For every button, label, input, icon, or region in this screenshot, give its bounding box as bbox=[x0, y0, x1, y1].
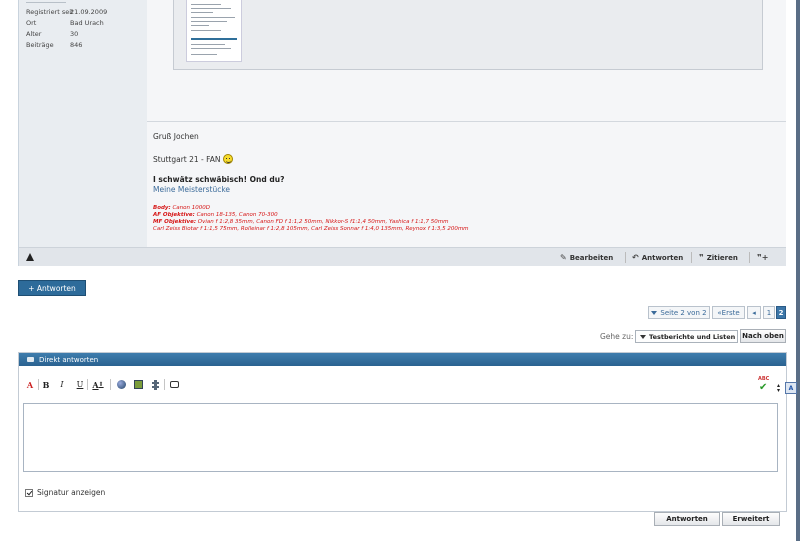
footer-separator bbox=[749, 252, 750, 263]
smiley-icon bbox=[222, 154, 233, 164]
insert-quote-button[interactable] bbox=[168, 378, 180, 391]
speech-bubble-icon bbox=[169, 381, 179, 388]
advanced-reply-button[interactable]: Erweitert bbox=[722, 512, 780, 526]
user-info-divider bbox=[26, 0, 66, 3]
signature-gear-line: Body: Canon 1000D bbox=[153, 205, 210, 211]
prev-page-button[interactable]: ◂ bbox=[747, 306, 761, 319]
chevron-updown-icon[interactable]: ▴ ▾ bbox=[777, 383, 780, 394]
window-edge bbox=[796, 0, 800, 541]
quote-button[interactable]: ❞ Zitieren bbox=[699, 253, 738, 262]
insert-link-button[interactable] bbox=[115, 378, 127, 391]
reply-textarea[interactable] bbox=[23, 403, 778, 472]
signature-gear-line: MF Objektive: Ovian f 1:2,8 35mm, Canon … bbox=[153, 219, 449, 225]
multiquote-icon: ❞+ bbox=[757, 253, 769, 262]
user-info-row: Registriert seit21.09.2009 bbox=[26, 8, 108, 16]
spellcheck-check-icon[interactable]: ✔ bbox=[759, 382, 767, 393]
attachment-thumbnail[interactable] bbox=[186, 0, 242, 62]
user-info-row: Alter 30 bbox=[26, 30, 79, 38]
warning-icon[interactable] bbox=[26, 253, 34, 261]
user-info-row: Ort Bad Urach bbox=[26, 19, 104, 27]
user-info-panel: Registriert seit21.09.2009 Ort Bad Urach … bbox=[19, 0, 147, 247]
editor-toolbar: A B I U A ⇕ ABC ✔ ▴ ▾ A bbox=[19, 366, 797, 403]
goto-label: Gehe zu: bbox=[600, 332, 634, 341]
footer-separator bbox=[625, 252, 626, 263]
chevron-updown-icon: ⇕ bbox=[98, 381, 104, 388]
signature-slogan: I schwätz schwäbisch! Ond du? bbox=[153, 175, 285, 184]
signature-link[interactable]: Meine Meisterstücke bbox=[153, 185, 230, 194]
toolbar-separator bbox=[38, 379, 39, 390]
toolbar-separator bbox=[87, 379, 88, 390]
signature-greeting: Gruß Jochen bbox=[153, 132, 199, 141]
toolbar-separator bbox=[164, 379, 165, 390]
page-2-current[interactable]: 2 bbox=[776, 306, 786, 319]
show-signature-option[interactable]: Signatur anzeigen bbox=[25, 488, 105, 497]
film-icon bbox=[151, 379, 159, 390]
signature-divider bbox=[147, 121, 786, 122]
chevron-down-icon bbox=[640, 334, 646, 339]
page-jump-dropdown[interactable]: Seite 2 von 2 bbox=[648, 306, 710, 319]
bold-button[interactable]: B bbox=[41, 378, 51, 391]
forum-post: Registriert seit21.09.2009 Ort Bad Urach … bbox=[18, 0, 786, 266]
toolbar-separator bbox=[110, 379, 111, 390]
attachment-box bbox=[173, 0, 763, 70]
quote-bubble-icon: ❞ bbox=[699, 253, 704, 262]
italic-button[interactable]: I bbox=[57, 378, 67, 391]
insert-image-button[interactable] bbox=[132, 378, 144, 391]
chevron-down-icon bbox=[651, 310, 658, 315]
show-signature-checkbox[interactable] bbox=[25, 488, 33, 497]
chevron-left-icon: ◂ bbox=[752, 308, 756, 317]
quick-reply-header[interactable]: Direkt antworten bbox=[19, 353, 786, 366]
first-page-button[interactable]: «Erste bbox=[712, 306, 745, 319]
signature-gear-line: Carl Zeiss Biotar f 1:1,5 75mm, Rolleina… bbox=[153, 226, 469, 232]
quick-reply-panel: Direkt antworten A B I U A ⇕ ABC ✔ ▴ ▾ A S… bbox=[18, 352, 797, 512]
post-body: Gruß Jochen Stuttgart 21 - FAN I schwätz… bbox=[147, 0, 786, 247]
font-color-button[interactable]: A ⇕ bbox=[90, 378, 106, 391]
insert-video-button[interactable] bbox=[149, 378, 161, 391]
reply-button[interactable]: + Antworten bbox=[18, 280, 86, 296]
post-footer: ✎ Bearbeiten ↶ Antworten ❞ Zitieren ❞+ bbox=[19, 247, 786, 266]
collapse-icon bbox=[27, 357, 34, 362]
image-icon bbox=[133, 380, 143, 389]
page-1-link[interactable]: 1 bbox=[763, 306, 775, 319]
goto-select[interactable]: Testberichte und Listen bbox=[635, 330, 738, 343]
globe-icon bbox=[116, 380, 126, 389]
underline-button[interactable]: U bbox=[75, 378, 85, 391]
multiquote-button[interactable]: ❞+ bbox=[757, 253, 768, 262]
footer-separator bbox=[691, 252, 692, 263]
back-to-top-button[interactable]: Nach oben bbox=[740, 329, 786, 343]
remove-format-icon[interactable]: A bbox=[24, 378, 36, 391]
signature-gear-line: AF Objektive: Canon 18-135, Canon 70-300 bbox=[153, 212, 278, 218]
toggle-editor-mode-icon[interactable]: A bbox=[785, 382, 797, 394]
pencil-icon: ✎ bbox=[560, 253, 567, 262]
signature-stuttgart: Stuttgart 21 - FAN bbox=[153, 154, 233, 164]
user-info-row: Beiträge 846 bbox=[26, 41, 83, 49]
reply-arrow-icon: ↶ bbox=[632, 253, 639, 262]
submit-reply-button[interactable]: Antworten bbox=[654, 512, 720, 526]
reply-post-button[interactable]: ↶ Antworten bbox=[632, 253, 683, 262]
edit-button[interactable]: ✎ Bearbeiten bbox=[560, 253, 613, 262]
